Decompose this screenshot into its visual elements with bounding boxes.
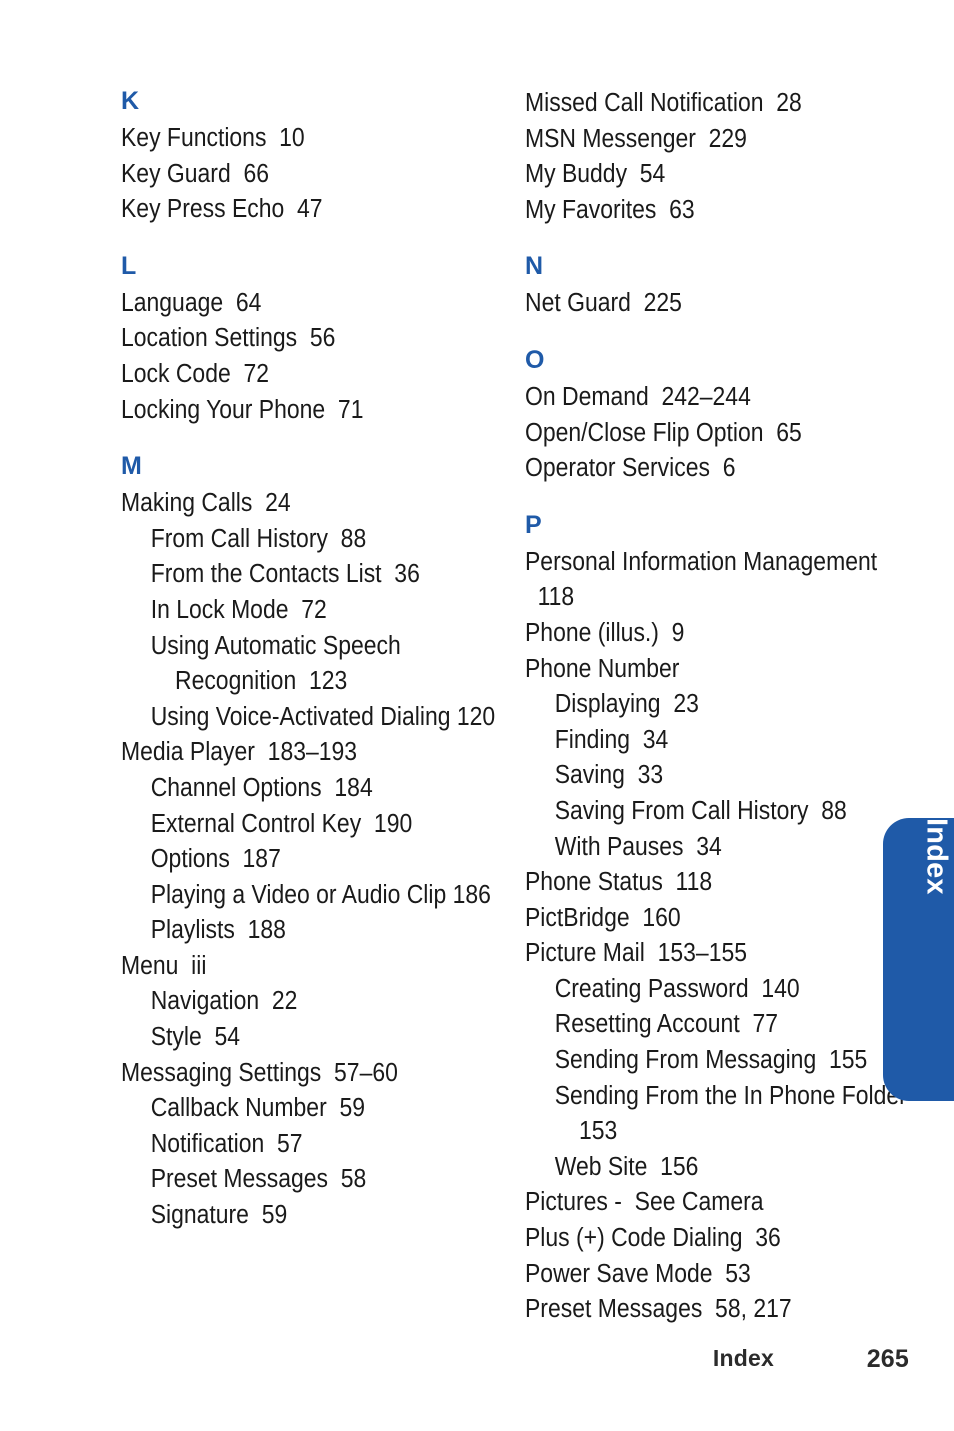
index-section-heading: P: [525, 510, 542, 539]
index-entry: My Buddy 54: [525, 160, 666, 189]
index-subentry: Notification 57: [150, 1129, 303, 1158]
index-column-right: Missed Call Notification 28 MSN Messenger…: [525, 86, 907, 1328]
index-section-heading: L: [121, 251, 137, 280]
index-subentry: Using Automatic Speech Recognition 123: [150, 631, 408, 696]
index-entry: Phone (illus.) 9: [525, 618, 685, 647]
index-subentry: Channel Options 184: [150, 773, 373, 802]
side-index-tab: Index: [883, 818, 954, 1101]
index-entry: Location Settings 56: [121, 324, 336, 353]
index-column-left: K Key Functions 10 Key Guard 66 Key Press E…: [121, 86, 495, 1234]
index-subentry: Saving 33: [554, 761, 664, 790]
index-entry: Key Guard 66: [121, 159, 269, 188]
index-subentry: Preset Messages 58: [150, 1165, 367, 1194]
index-subentry: From Call History 88: [150, 524, 367, 553]
index-entry: Operator Services 6: [525, 454, 736, 483]
index-entry: Open/Close Flip Option 65: [525, 418, 802, 447]
index-subentry: In Lock Mode 72: [150, 595, 327, 624]
index-subentry: Navigation 22: [150, 987, 298, 1016]
index-entry: Key Functions 10: [121, 124, 305, 152]
index-entry: Power Save Mode 53: [525, 1259, 751, 1288]
index-entry: Messaging Settings 57–60: [121, 1058, 398, 1087]
index-entry: Key Press Echo 47: [121, 195, 323, 224]
index-entry: My Favorites 63: [525, 195, 695, 224]
side-index-tab-label: Index: [920, 818, 953, 895]
index-subentry: Style 54: [150, 1023, 241, 1052]
index-subentry: Options 187: [150, 845, 281, 874]
index-entry: Media Player 183–193: [121, 738, 358, 767]
index-entry: Menu iii: [121, 951, 207, 980]
index-entry: Preset Messages 58, 217: [525, 1295, 792, 1324]
index-entry: On Demand 242–244: [525, 382, 751, 411]
index-section-heading: O: [525, 345, 545, 374]
index-entry: Making Calls 24: [121, 489, 291, 518]
page-footer: Index 265: [0, 1345, 954, 1385]
index-entry: Lock Code 72: [121, 359, 270, 388]
index-entry: Personal Information Management 118: [525, 547, 890, 612]
index-subentry: External Control Key 190: [150, 809, 413, 838]
index-subentry: With Pauses 34: [554, 832, 722, 861]
index-entry: Pictures - See Camera: [525, 1188, 764, 1217]
index-section-heading: N: [525, 252, 544, 281]
index-subentry: Web Site 156: [554, 1152, 699, 1181]
index-entry: Net Guard 225: [525, 289, 682, 318]
index-entry: Phone Number: [525, 654, 680, 683]
index-subentry: Sending From the In Phone Folder 153: [554, 1081, 907, 1146]
index-subentry: Using Voice-Activated Dialing 120: [150, 702, 496, 731]
index-entry: MSN Messenger 229: [525, 124, 747, 153]
index-section-heading: M: [121, 452, 143, 481]
index-subentry: Callback Number 59: [150, 1094, 365, 1123]
index-subentry: Playlists 188: [150, 916, 286, 945]
index-subentry: From the Contacts List 36: [150, 560, 420, 589]
index-page: K Key Functions 10 Key Guard 66 Key Press E…: [0, 0, 954, 1431]
index-entry: PictBridge 160: [525, 903, 681, 932]
footer-page-number: 265: [866, 1345, 909, 1373]
index-entry: Language 64: [121, 288, 262, 317]
index-subentry: Creating Password 140: [554, 974, 800, 1003]
index-entry: Picture Mail 153–155: [525, 939, 747, 968]
index-subentry: Signature 59: [150, 1201, 288, 1230]
index-subentry: Playing a Video or Audio Clip 186: [150, 880, 491, 909]
footer-section-label: Index: [712, 1345, 774, 1371]
index-subentry: Finding 34: [554, 725, 669, 754]
index-columns: K Key Functions 10 Key Guard 66 Key Press E…: [0, 0, 954, 1323]
index-entry: Phone Status 118: [525, 868, 713, 897]
index-subentry: Displaying 23: [554, 690, 699, 719]
index-entry: Plus (+) Code Dialing 36: [525, 1224, 781, 1253]
index-entry: Locking Your Phone 71: [121, 395, 364, 424]
index-subentry: Sending From Messaging 155: [554, 1046, 868, 1075]
index-subentry: Saving From Call History 88: [554, 796, 847, 825]
index-entry: Missed Call Notification 28: [525, 89, 802, 117]
index-subentry: Resetting Account 77: [554, 1010, 778, 1039]
index-section-heading: K: [121, 87, 140, 115]
